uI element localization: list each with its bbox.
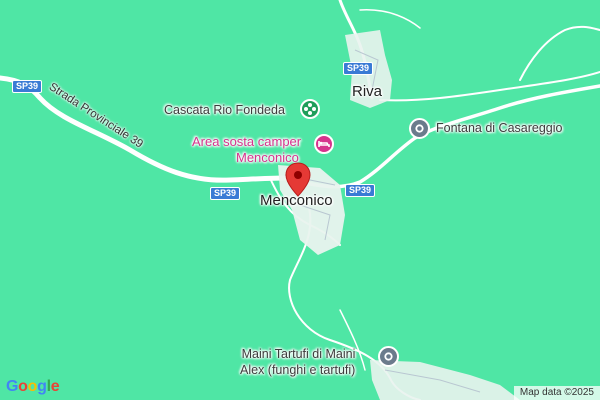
- map-canvas[interactable]: SP39 SP39 SP39 SP39 Strada Provinciale 3…: [0, 0, 600, 400]
- sp39-shield-west: SP39: [12, 80, 43, 93]
- maini-poi-icon[interactable]: [378, 346, 399, 367]
- road-riva-east: [379, 71, 600, 102]
- maini-line-1: Maini Tartufi di Maini: [241, 347, 356, 361]
- logo-letter: g: [37, 378, 47, 395]
- logo-letter: e: [50, 378, 60, 395]
- maini-line-2: Alex (funghi e tartufi): [240, 363, 356, 377]
- logo-letter: G: [6, 378, 19, 395]
- lodging-icon[interactable]: [314, 134, 334, 154]
- road-top: [359, 9, 421, 29]
- place-riva[interactable]: Riva: [352, 83, 382, 100]
- logo-letter: o: [27, 378, 38, 395]
- poi-maini-label[interactable]: Maini Tartufi di Maini Alex (funghi e ta…: [240, 346, 355, 378]
- poi-fontana-label[interactable]: Fontana di Casareggio: [436, 121, 562, 135]
- fontana-poi-icon[interactable]: [409, 118, 430, 139]
- poi-cascata-label[interactable]: Cascata Rio Fondeda: [164, 103, 285, 117]
- sp39-shield-north: SP39: [343, 62, 374, 75]
- camper-line-1: Area sosta camper: [192, 134, 302, 149]
- google-logo: Google: [6, 378, 60, 396]
- logo-letter: o: [18, 378, 28, 395]
- road-northeast: [519, 25, 600, 81]
- park-icon[interactable]: [300, 99, 320, 119]
- road-sp39-east: [298, 84, 600, 189]
- map-attribution[interactable]: Map data ©2025: [513, 386, 600, 400]
- sp39-shield-center: SP39: [210, 187, 241, 200]
- sp39-shield-east: SP39: [345, 184, 376, 197]
- map-pin-icon[interactable]: [284, 162, 312, 198]
